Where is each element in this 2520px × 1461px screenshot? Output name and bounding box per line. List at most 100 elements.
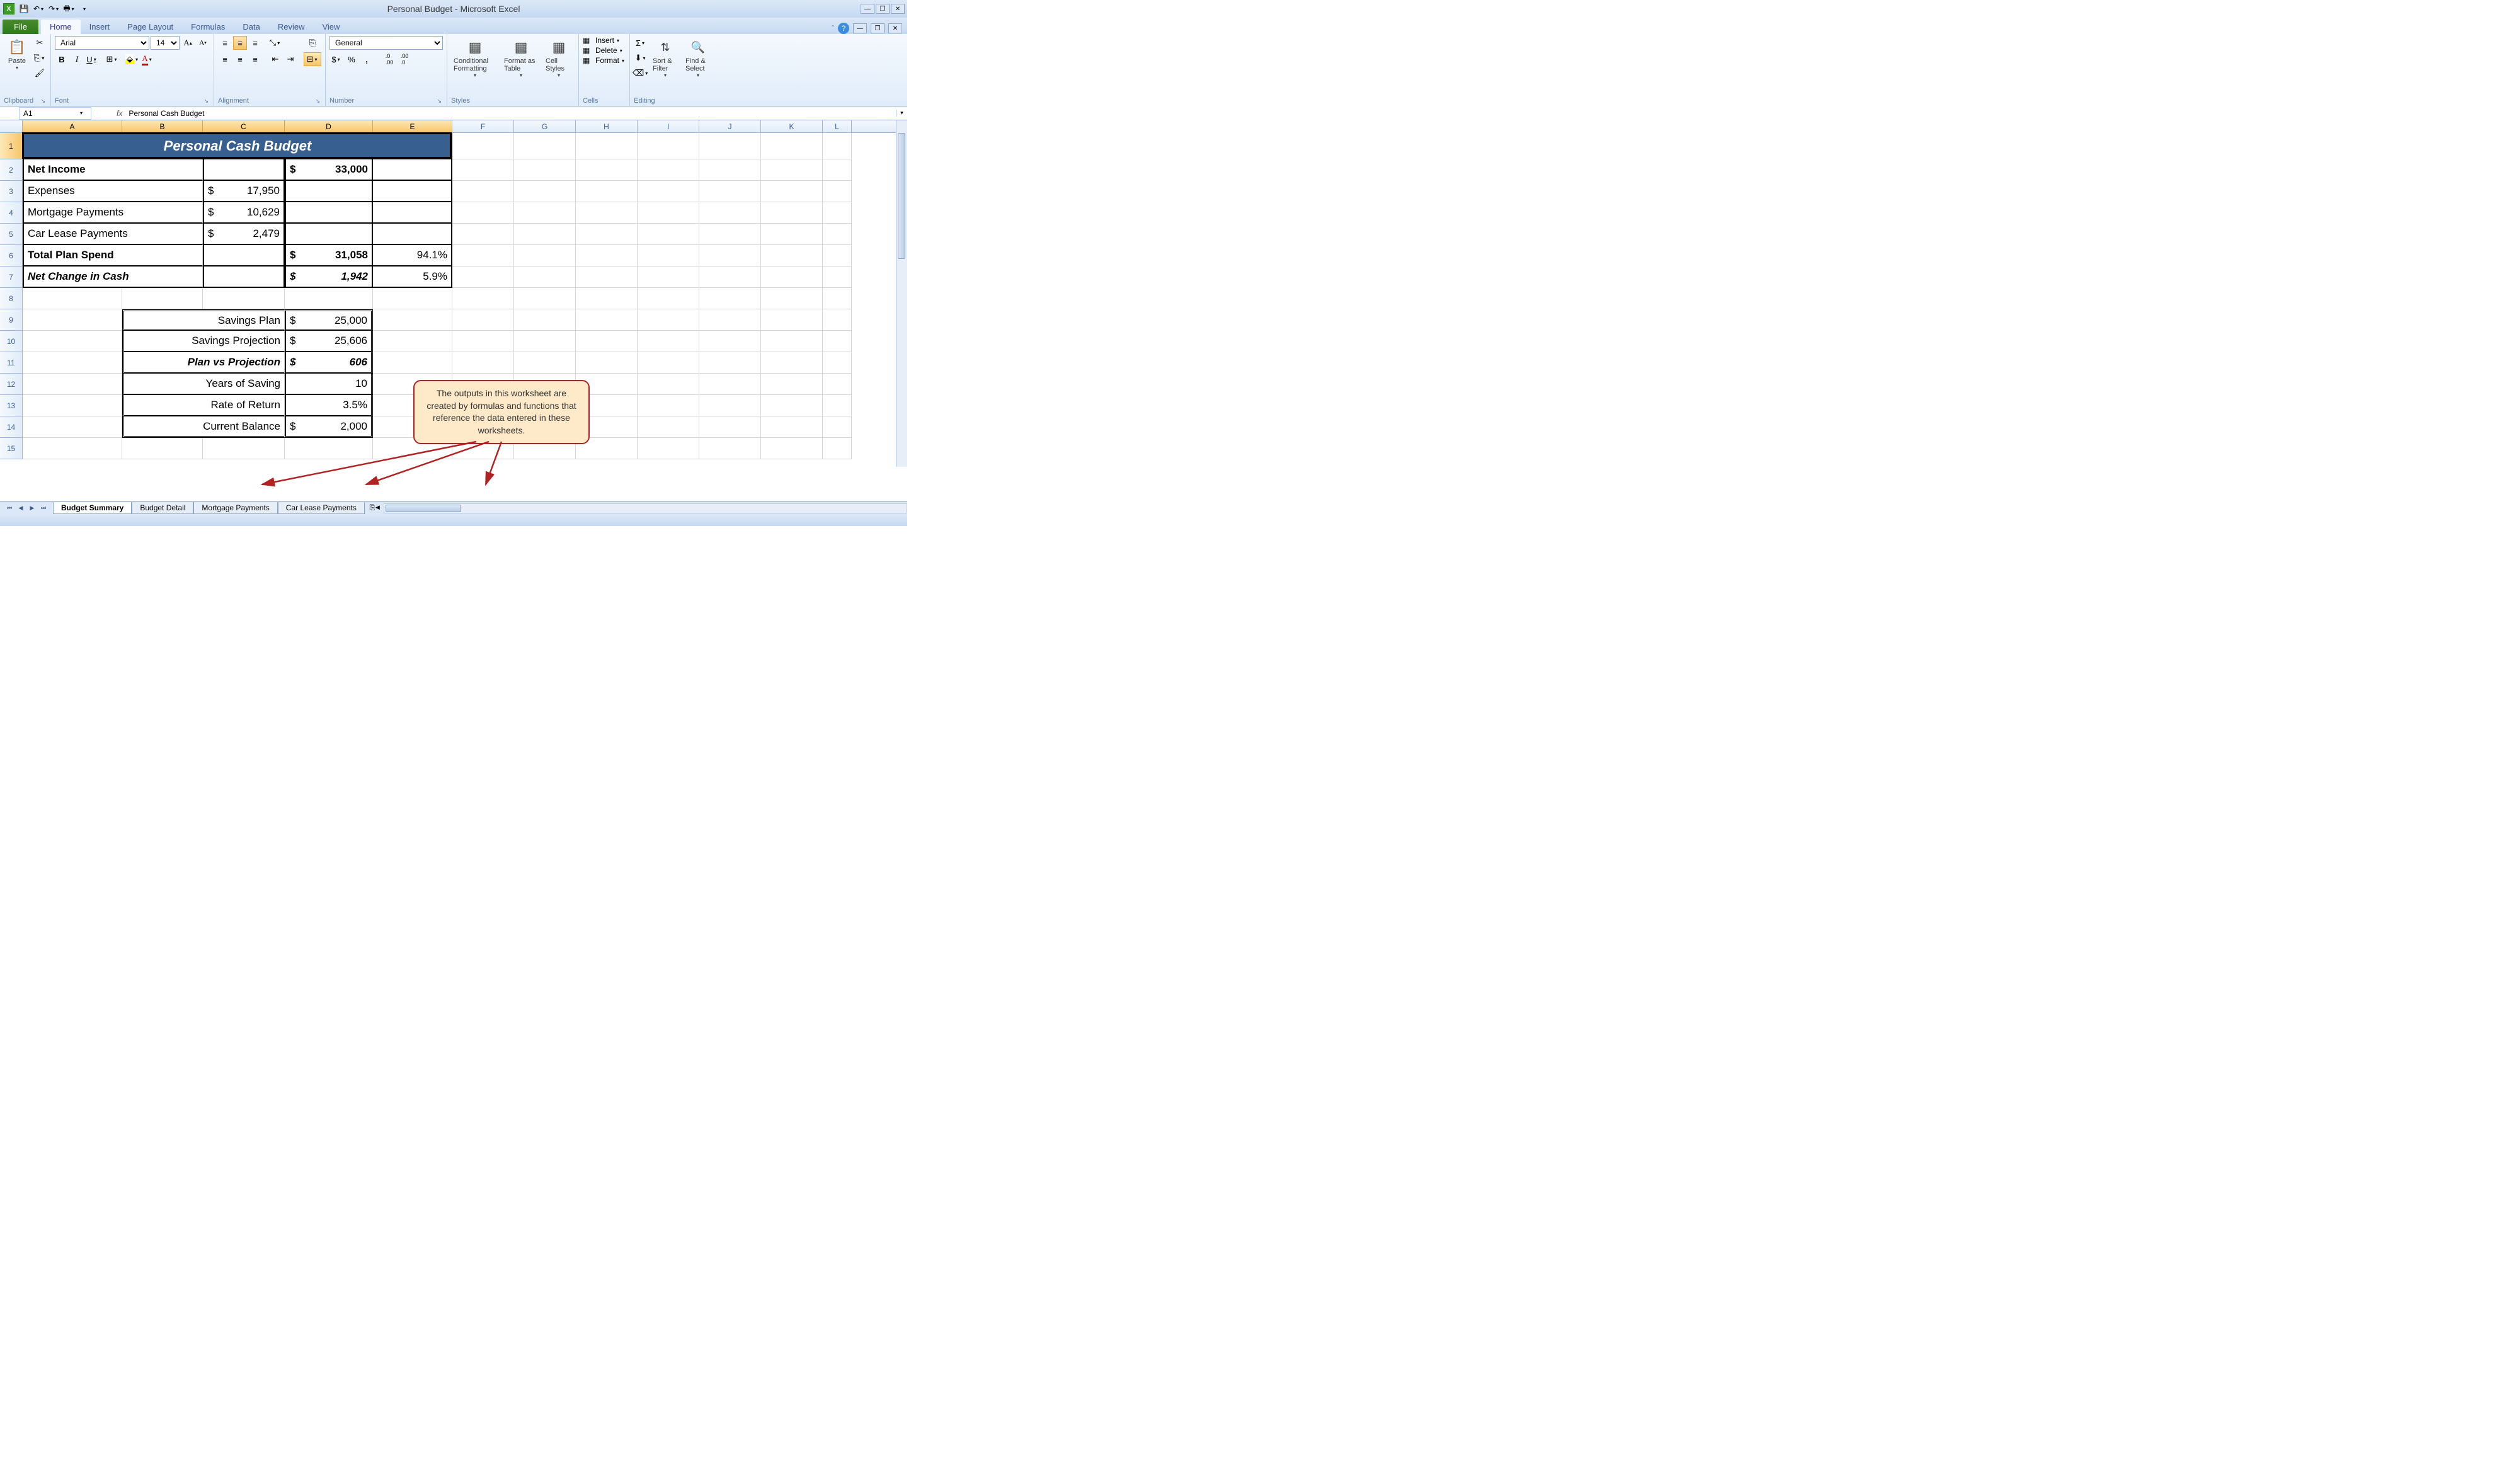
fill-button[interactable]: ⬇▾	[634, 51, 648, 65]
cell[interactable]	[823, 288, 852, 309]
col-header-B[interactable]: B	[122, 120, 203, 132]
comma-button[interactable]: ,	[360, 52, 374, 66]
cell[interactable]	[452, 266, 514, 288]
grow-font-icon[interactable]: A▴	[181, 36, 195, 50]
cell-c6[interactable]	[203, 245, 285, 266]
cell[interactable]	[638, 202, 699, 224]
row-header-15[interactable]: 15	[0, 438, 23, 459]
cell-a7[interactable]: Net Change in Cash	[23, 266, 203, 288]
cell[interactable]	[373, 352, 452, 374]
tab-insert[interactable]: Insert	[81, 20, 119, 34]
col-header-D[interactable]: D	[285, 120, 373, 132]
paste-button[interactable]: 📋 Paste ▾	[4, 36, 30, 96]
cell[interactable]	[514, 288, 576, 309]
sheet-tab-budget-detail[interactable]: Budget Detail	[132, 502, 193, 514]
col-header-E[interactable]: E	[373, 120, 452, 132]
find-select-button[interactable]: 🔍 Find & Select▾	[683, 36, 713, 96]
cell-d4[interactable]	[285, 202, 373, 224]
cell[interactable]	[638, 395, 699, 416]
cell-d12[interactable]: 10	[285, 374, 373, 395]
cell[interactable]	[576, 309, 638, 331]
cell[interactable]	[514, 133, 576, 159]
orientation-icon[interactable]: ⤡▾	[268, 36, 282, 50]
row-header-9[interactable]: 9	[0, 309, 23, 331]
cell-d10[interactable]: $25,606	[285, 331, 373, 352]
cell[interactable]	[638, 352, 699, 374]
help-icon[interactable]: ?	[838, 23, 849, 34]
tab-page-layout[interactable]: Page Layout	[118, 20, 182, 34]
shrink-font-icon[interactable]: A▾	[196, 36, 210, 50]
vertical-scrollbar[interactable]	[896, 120, 907, 467]
cell-a6[interactable]: Total Plan Spend	[23, 245, 203, 266]
cut-icon[interactable]: ✂	[33, 36, 47, 50]
cell-b9[interactable]: Savings Plan	[122, 309, 285, 331]
clipboard-launcher[interactable]: ↘	[39, 98, 47, 105]
cell[interactable]	[122, 438, 203, 459]
cell[interactable]	[699, 352, 761, 374]
cell-b14[interactable]: Current Balance	[122, 416, 285, 438]
insert-cells-button[interactable]: ▦Insert ▾	[583, 36, 626, 45]
row-header-2[interactable]: 2	[0, 159, 23, 181]
cell[interactable]	[823, 133, 852, 159]
border-button[interactable]: ⊞▾	[105, 52, 119, 66]
row-header-1[interactable]: 1	[0, 133, 23, 159]
cell[interactable]	[638, 133, 699, 159]
cell[interactable]	[514, 159, 576, 181]
row-header-5[interactable]: 5	[0, 224, 23, 245]
cell[interactable]	[514, 352, 576, 374]
cell[interactable]	[761, 352, 823, 374]
row-header-6[interactable]: 6	[0, 245, 23, 266]
row-header-3[interactable]: 3	[0, 181, 23, 202]
qat-customize-icon[interactable]: ▾	[78, 3, 91, 15]
cell-a14[interactable]	[23, 416, 122, 438]
cell[interactable]	[638, 224, 699, 245]
cell[interactable]	[452, 202, 514, 224]
row-header-10[interactable]: 10	[0, 331, 23, 352]
cell-a2[interactable]: Net Income	[23, 159, 203, 181]
cell[interactable]	[514, 245, 576, 266]
cell-e3[interactable]	[373, 181, 452, 202]
cell-c4[interactable]: $10,629	[203, 202, 285, 224]
align-left-icon[interactable]: ≡	[218, 52, 232, 66]
col-header-L[interactable]: L	[823, 120, 852, 132]
cell-e7[interactable]: 5.9%	[373, 266, 452, 288]
autosum-button[interactable]: Σ▾	[634, 36, 648, 50]
align-center-icon[interactable]: ≡	[233, 52, 247, 66]
cell[interactable]	[285, 288, 373, 309]
cell[interactable]	[638, 374, 699, 395]
cell[interactable]	[452, 309, 514, 331]
cell-b12[interactable]: Years of Saving	[122, 374, 285, 395]
delete-cells-button[interactable]: ▦Delete ▾	[583, 46, 626, 55]
cell[interactable]	[823, 181, 852, 202]
italic-button[interactable]: I	[70, 52, 84, 66]
cell[interactable]	[514, 181, 576, 202]
cell[interactable]	[699, 245, 761, 266]
sheet-tab-mortgage-payments[interactable]: Mortgage Payments	[193, 502, 277, 514]
cell[interactable]	[761, 331, 823, 352]
copy-icon[interactable]: ⎘▾	[33, 51, 47, 65]
wrap-text-button[interactable]: ⎘	[304, 36, 321, 50]
print-icon[interactable]: 🖶▾	[63, 3, 76, 15]
undo-icon[interactable]: ↶▾	[33, 3, 45, 15]
cell[interactable]	[638, 438, 699, 459]
cell-e2[interactable]	[373, 159, 452, 181]
cell[interactable]	[699, 159, 761, 181]
percent-button[interactable]: %	[345, 52, 358, 66]
cell-d7[interactable]: $1,942	[285, 266, 373, 288]
format-cells-button[interactable]: ▦Format ▾	[583, 56, 626, 65]
cell[interactable]	[285, 438, 373, 459]
cell[interactable]	[761, 374, 823, 395]
cell[interactable]	[699, 224, 761, 245]
cell-a11[interactable]	[23, 352, 122, 374]
cell[interactable]	[699, 438, 761, 459]
tab-review[interactable]: Review	[269, 20, 314, 34]
cell[interactable]	[823, 352, 852, 374]
cell-styles-button[interactable]: ▦ Cell Styles▾	[543, 36, 575, 96]
h-scroll-thumb[interactable]	[386, 505, 461, 512]
number-format-select[interactable]: General	[329, 36, 443, 50]
cell-e4[interactable]	[373, 202, 452, 224]
cell[interactable]	[699, 309, 761, 331]
cell-c5[interactable]: $2,479	[203, 224, 285, 245]
cell-a3[interactable]: Expenses	[23, 181, 203, 202]
cell-b13[interactable]: Rate of Return	[122, 395, 285, 416]
